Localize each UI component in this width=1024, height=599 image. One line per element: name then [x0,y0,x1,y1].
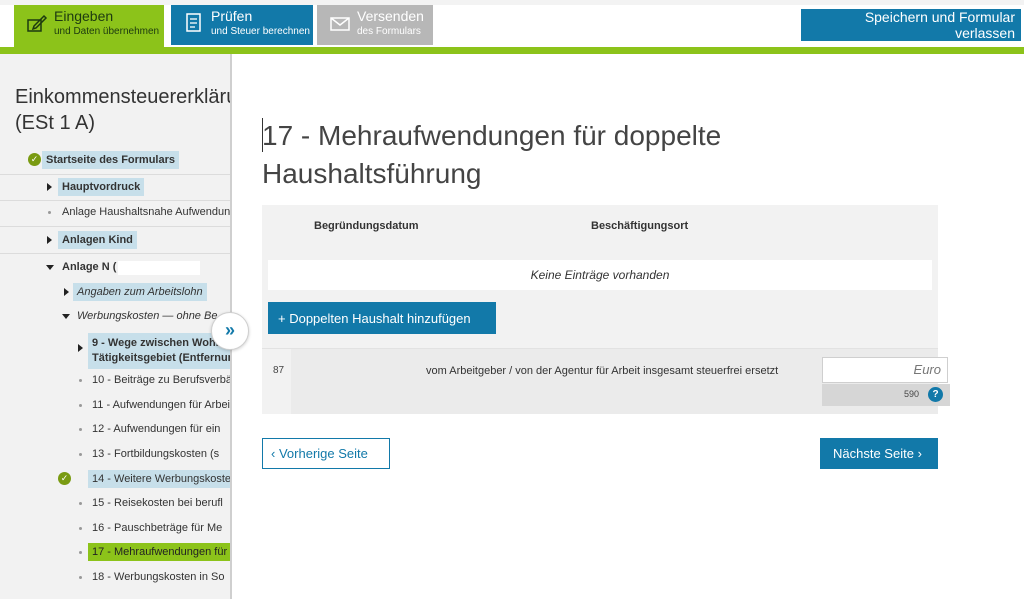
help-icon[interactable]: ? [928,387,943,402]
page-title: 17 - Mehraufwendungen für doppelte Haush… [262,120,722,189]
next-page-button[interactable]: Nächste Seite › [820,438,938,469]
expand-icon[interactable] [78,344,83,352]
app-header: Eingeben und Daten übernehmen Prüfen und… [0,5,1024,47]
field-code-row: 590 ? [822,384,950,406]
sidebar-toggle-button[interactable]: » [211,312,249,350]
bullet-icon [79,453,82,456]
check-icon: ✓ [58,472,71,485]
sidebar-navigation: Einkommensteuererklärung (ESt 1 A) ✓ Sta… [0,54,232,599]
bullet-icon [79,527,82,530]
step-versenden-sublabel: des Formulars [357,26,421,37]
bullet-icon [48,211,51,214]
field-number: 87 [273,365,285,376]
next-page-label: Nächste Seite [833,446,914,461]
sidebar-item-hauptvordruck[interactable]: Hauptvordruck [58,178,145,196]
add-doppelter-haushalt-button[interactable]: + Doppelten Haushalt hinzufügen [268,302,496,334]
sidebar-item-18[interactable]: 18 - Werbungskosten in So [92,571,224,583]
doppelter-haushalt-table: Begründungsdatum Beschäftigungsort Keine… [262,205,950,414]
previous-page-button[interactable]: ‹ Vorherige Seite [262,438,390,469]
sidebar-item-startseite[interactable]: Startseite des Formulars [42,151,179,169]
chevron-right-icon: › [917,446,922,461]
sidebar-item-anlagen-kind[interactable]: Anlagen Kind [58,231,137,249]
field-row-body: vom Arbeitgeber / von der Agentur für Ar… [291,349,950,414]
sidebar-item-12[interactable]: 12 - Aufwendungen für ein [92,423,220,435]
form-title-line1: Einkommensteuererklärung [15,86,230,108]
sidebar-item-werbungskosten[interactable]: Werbungskosten — ohne Be [77,310,217,322]
sidebar-item-10[interactable]: 10 - Beiträge zu Berufsverbänden [92,374,230,386]
sidebar-item-17-active[interactable]: 17 - Mehraufwendungen für doppelte [88,543,230,561]
step-eingeben-label: Eingeben [54,8,114,24]
header-accent-bar [0,47,1024,54]
expand-icon[interactable] [47,183,52,191]
sidebar-item-15[interactable]: 15 - Reisekosten bei berufl [92,497,223,509]
sidebar-item-9-wege[interactable]: 9 - Wege zwischen Wohnung und Tätigkeits… [88,333,232,369]
column-header-beschaeftigungsort: Beschäftigungsort [591,220,689,232]
bullet-icon [79,428,82,431]
field-code: 590 [904,389,920,399]
bullet-icon [79,576,82,579]
sidebar-item-arbeitslohn[interactable]: Angaben zum Arbeitslohn [73,283,207,301]
redacted-name [118,261,200,275]
empty-table-message: Keine Einträge vorhanden [268,260,932,290]
divider [0,253,230,254]
sidebar-item-16[interactable]: 16 - Pauschbeträge für Me [92,522,222,534]
field-row-87: 87 vom Arbeitgeber / von der Agentur für… [262,348,950,414]
chevron-left-icon: ‹ [271,446,276,461]
sidebar-item-11[interactable]: 11 - Aufwendungen für Arbeitsmittel [92,399,230,411]
edit-icon [27,14,48,32]
sidebar-item-haushaltsnahe[interactable]: Anlage Haushaltsnahe Aufwendungen [62,206,230,218]
bullet-icon [79,404,82,407]
bullet-icon [79,502,82,505]
divider [0,200,230,201]
collapse-icon[interactable] [62,314,70,319]
expand-icon[interactable] [47,236,52,244]
step-eingeben[interactable]: Eingeben und Daten übernehmen [14,5,164,47]
sidebar-item-13[interactable]: 13 - Fortbildungskosten (s [92,448,219,460]
form-title-line2: (ESt 1 A) [15,112,96,134]
envelope-icon [330,17,350,31]
step-pruefen-label: Prüfen [211,8,253,24]
step-versenden-label: Versenden [357,8,424,24]
sidebar-item-anlage-n[interactable]: Anlage N ( [62,261,116,273]
previous-page-label: Vorherige Seite [278,446,368,461]
step-pruefen-sublabel: und Steuer berechnen [211,26,310,37]
collapse-icon[interactable] [46,265,54,270]
sidebar-item-9-line2: Tätigkeitsgebiet (Entfernung [92,352,232,364]
euro-input[interactable]: Euro [822,357,948,383]
save-and-exit-button[interactable]: Speichern und Formular verlassen [801,9,1021,41]
sidebar-item-9-line1: 9 - Wege zwischen Wohnung und [92,337,230,349]
divider [0,226,230,227]
column-header-begruendungsdatum: Begründungsdatum [314,220,419,232]
step-versenden[interactable]: Versenden des Formulars [317,5,433,45]
form-title: Einkommensteuererklärung (ESt 1 A) [15,84,230,136]
step-eingeben-sublabel: und Daten übernehmen [54,26,160,37]
bullet-icon [79,551,82,554]
check-icon: ✓ [28,153,41,166]
bullet-icon [79,379,82,382]
expand-icon[interactable] [64,288,69,296]
field-label: vom Arbeitgeber / von der Agentur für Ar… [426,365,779,377]
divider [0,174,230,175]
sidebar-item-14[interactable]: 14 - Weitere Werbungskosten [88,470,230,488]
step-pruefen[interactable]: Prüfen und Steuer berechnen [171,5,313,45]
checklist-icon [186,13,201,32]
